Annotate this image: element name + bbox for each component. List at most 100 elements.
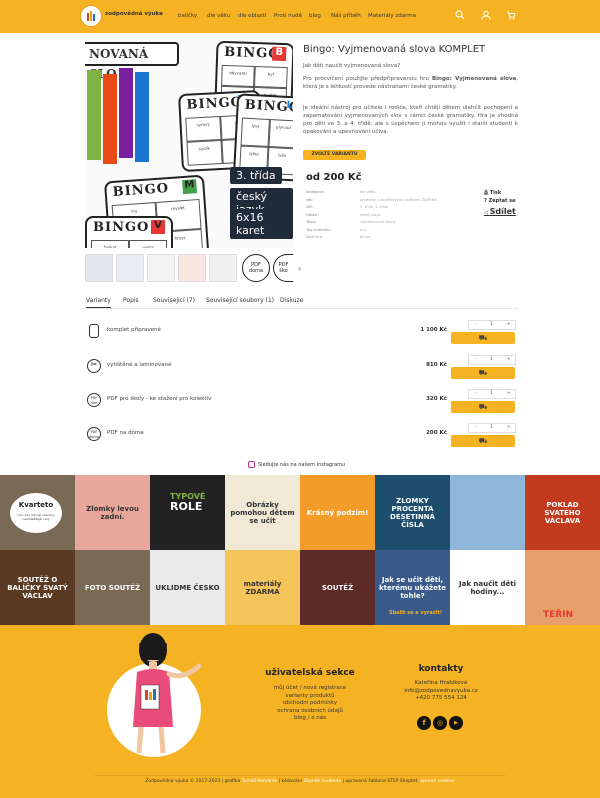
cart-icon[interactable]: [506, 10, 516, 20]
add-to-cart-button[interactable]: ⛟: [451, 401, 515, 413]
tab-varianty[interactable]: Varianty: [86, 297, 111, 308]
instagram-label[interactable]: Sledujte nás na našem Instagramu: [258, 462, 345, 468]
scissors-icon: ✂: [87, 359, 101, 373]
instagram-post[interactable]: POKLAD SVATÉHO VÁCLAVA: [525, 475, 600, 550]
nav-dle-veku[interactable]: dle věku: [207, 13, 230, 19]
cart-icon: ⛟: [478, 334, 488, 342]
link-kodovani[interactable]: Zbyněk Svoboda: [303, 779, 341, 784]
mascot-teacher-illustration: [133, 633, 202, 754]
nav-materialy-zdarma[interactable]: Materiály zdarma: [368, 13, 416, 19]
link-grafika[interactable]: Tomáš Komárek: [242, 779, 277, 784]
share-link[interactable]: ◁ Sdílet: [484, 207, 516, 216]
add-to-cart-button[interactable]: ⛟: [451, 332, 515, 344]
instagram-post-caption: Obrázky pomohou dětem se učit: [230, 500, 295, 525]
bingo-card-v: BINGOV žvýkatvydrapředpona vyvýr: [85, 216, 173, 248]
logo-text[interactable]: zodpovědná výuka: [105, 11, 163, 17]
nav-blog[interactable]: blog: [309, 13, 321, 19]
tab-diskuze[interactable]: Diskuze: [280, 297, 303, 304]
spec-row: Věk: 3. třída, 4. třída: [306, 205, 389, 209]
link-variants[interactable]: varianty produktů: [230, 693, 390, 701]
variant-row: PDF ško PDF pro školy - ke stažení pro k…: [87, 389, 517, 417]
instagram-post[interactable]: SOUTĚŽ: [300, 550, 375, 625]
instagram-post[interactable]: ZLOMKY PROCENTA DESETINNÁ ČÍSLA: [375, 475, 450, 550]
variant-price: 1 100 Kč: [420, 327, 447, 333]
instagram-post-caption: ZLOMKY PROCENTA DESETINNÁ ČÍSLA: [390, 496, 435, 529]
contact-email[interactable]: info@zodpovednavyuka.cz: [371, 688, 511, 696]
quantity-stepper[interactable]: -1 +: [468, 355, 516, 365]
instagram-post-caption: Krásný podzim!: [306, 508, 369, 517]
variant-row: ✂ vytištěné a laminované 810 Kč -1 + ⛟: [87, 355, 517, 383]
instagram-post[interactable]: SOUTĚŽ O BALÍČKY SVATÝ VÁCLAV: [0, 550, 75, 625]
instagram-post[interactable]: materiály ZDARMA: [225, 550, 300, 625]
nav-dle-oblasti[interactable]: dle oblastí: [238, 13, 266, 19]
footer-user-links: můj účet / nová registrace varianty prod…: [230, 685, 390, 723]
instagram-footer-icon[interactable]: ◎: [433, 716, 447, 730]
thumbnail[interactable]: [147, 254, 175, 282]
instagram-post[interactable]: Jak naučit děti hodiny...: [450, 550, 525, 625]
variant-row: komplet připravené 1 100 Kč -1 + ⛟: [87, 320, 517, 348]
thumbnail[interactable]: [116, 254, 144, 282]
post-subtitle: Sbalit se a vyrazit!: [389, 610, 442, 616]
logo[interactable]: [80, 5, 102, 27]
thumbnail[interactable]: [85, 254, 113, 282]
tab-popis[interactable]: Popis: [123, 297, 139, 304]
variant-price: 320 Kč: [426, 396, 447, 402]
choose-variant-button[interactable]: ZVOLTE VARIANTU: [303, 150, 366, 160]
thumbnail-strip: PDF doma PDF ško: [85, 254, 293, 282]
nav-balicky[interactable]: balíčky: [178, 13, 197, 19]
link-terms[interactable]: obchodní podmínky: [230, 700, 390, 708]
quantity-stepper[interactable]: -1 +: [468, 423, 516, 433]
instagram-post-caption: SOUTĚŽ: [321, 583, 354, 592]
contact-phone[interactable]: +420 775 554 124: [371, 695, 511, 703]
instagram-post-caption: SOUTĚŽ O BALÍČKY SVATÝ VÁCLAV: [7, 575, 68, 600]
print-link[interactable]: ⎙ Tisk: [484, 190, 501, 196]
link-cookies[interactable]: upravit cookies: [420, 779, 454, 784]
footer-user-section-title: uživatelská sekce: [265, 668, 355, 678]
tag-cards: 6x16 karet: [230, 209, 293, 239]
quantity-stepper[interactable]: -1 +: [468, 389, 516, 399]
add-to-cart-button[interactable]: ⛟: [451, 367, 515, 379]
product-description-2: Je ideální nástroj pro učitele i rodiče,…: [303, 105, 518, 135]
thumbnail[interactable]: [178, 254, 206, 282]
instagram-post[interactable]: Kvarteto Hra, kde shrnují všechny nejdůle…: [0, 475, 75, 550]
tab-souvisejici-soubory[interactable]: Související soubory (1): [206, 297, 274, 304]
instagram-post[interactable]: TYPOVÉ ROLE: [150, 475, 225, 550]
user-icon[interactable]: [481, 10, 491, 20]
role-word: ROLE: [170, 500, 203, 513]
product-price: od 200 Kč: [306, 172, 362, 183]
variant-row: PDF doma PDF na doma 200 Kč -1 + ⛟: [87, 423, 517, 451]
instagram-post[interactable]: FOTO SOUTĚŽ: [75, 550, 150, 625]
cart-icon: ⛟: [478, 437, 488, 445]
youtube-icon[interactable]: ▶: [449, 716, 463, 730]
product-title: Bingo: Vyjmenovaná slova KOMPLET: [303, 44, 486, 55]
product-main-image[interactable]: NOVANÁ SLO BINGOB obyvatelbytkobylabydle…: [85, 40, 293, 248]
contact-name: Kateřina Hrabíková: [414, 680, 468, 686]
instagram-post[interactable]: TEŘIN: [525, 550, 600, 625]
pdf-home-icon: PDF doma: [87, 427, 101, 441]
thumbnail[interactable]: [209, 254, 237, 282]
spec-row: Druh hry: bingo: [306, 235, 371, 239]
link-privacy[interactable]: ochrana osobních údajů: [230, 708, 390, 716]
tab-souvisejici[interactable]: Související (7): [153, 297, 195, 304]
thumbnail-pdf-doma[interactable]: PDF doma: [242, 254, 270, 282]
add-to-cart-button[interactable]: ⛟: [451, 435, 515, 447]
instagram-post[interactable]: UKLIDME ČESKO: [150, 550, 225, 625]
instagram-post-caption: Jak naučit děti hodiny...: [459, 579, 516, 596]
chevron-right-icon[interactable]: ›: [298, 264, 301, 273]
instagram-post[interactable]: Zlomky levou zadní.: [75, 475, 150, 550]
nav-proti-nude[interactable]: Proti nudě: [274, 13, 302, 19]
instagram-post[interactable]: Obrázky pomohou dětem se učit: [225, 475, 300, 550]
link-account[interactable]: můj účet / nová registrace: [230, 685, 390, 693]
quantity-stepper[interactable]: -1 +: [468, 320, 516, 330]
post-title: TEŘIN: [543, 610, 574, 620]
instagram-post[interactable]: Jak se učit děti, kterému ukážete tohle?…: [375, 550, 450, 625]
nav-nas-pribeh[interactable]: Náš příběh: [331, 13, 361, 19]
instagram-post[interactable]: [450, 475, 525, 550]
search-icon[interactable]: [455, 10, 465, 20]
facebook-icon[interactable]: f: [417, 716, 431, 730]
ask-link[interactable]: ? Zeptat se: [484, 198, 516, 204]
link-blog-about[interactable]: blog / o nás: [230, 715, 390, 723]
thumbnail-pdf-skola[interactable]: PDF ško: [273, 254, 293, 282]
variant-name: PDF pro školy - ke stažení pro kolektiv: [107, 396, 212, 402]
instagram-post[interactable]: Krásný podzim!: [300, 475, 375, 550]
